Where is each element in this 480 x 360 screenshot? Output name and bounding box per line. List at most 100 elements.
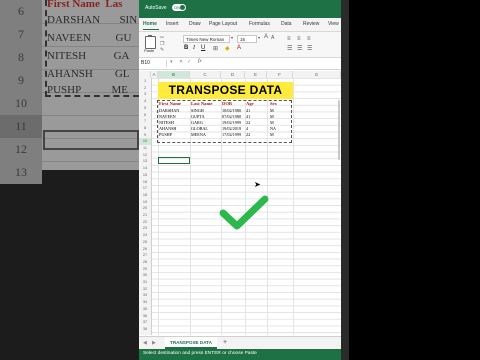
sheet-tab-transpose-data[interactable]: TRANSPOSE DATA <box>165 337 217 349</box>
add-sheet-button[interactable]: + <box>223 339 227 346</box>
function-icon[interactable]: fx <box>198 59 202 64</box>
row-header[interactable]: 14 <box>139 165 151 172</box>
align-top-icon[interactable]: ≡ <box>287 36 291 42</box>
italic-button[interactable]: I <box>193 45 195 51</box>
row-header[interactable]: 1 <box>139 78 151 85</box>
row-header[interactable]: 5 <box>139 105 151 112</box>
row-header[interactable]: 11 <box>139 145 151 152</box>
tab-data[interactable]: Data <box>281 21 292 27</box>
fill-color-icon[interactable]: ◆ <box>225 45 230 52</box>
font-size-select[interactable]: 16 <box>237 35 257 43</box>
column-header[interactable]: E <box>245 71 267 78</box>
row-header[interactable]: 37 <box>139 319 151 326</box>
align-middle-icon[interactable]: ≡ <box>297 36 301 42</box>
chevron-down-icon[interactable]: ▾ <box>231 35 233 40</box>
chevron-down-icon[interactable]: ▾ <box>258 35 260 40</box>
table-cell[interactable]: PUSHP <box>159 132 172 138</box>
tab-review[interactable]: Review <box>303 21 319 27</box>
row-header[interactable]: 34 <box>139 299 151 306</box>
bold-button[interactable]: B <box>184 45 188 51</box>
row-header[interactable]: 28 <box>139 259 151 266</box>
column-header[interactable]: B <box>158 71 190 78</box>
cell-grid[interactable]: 1 2 3 4 5 6 7 8 9 10 11 12 13 14 15 16 17 18 19 20 21 22 23 24 2… <box>139 78 341 335</box>
align-center-icon[interactable]: ☰ <box>297 45 302 52</box>
active-cell[interactable] <box>158 157 190 164</box>
confirm-icon[interactable]: ✓ <box>187 59 191 65</box>
column-header[interactable]: F <box>267 71 293 78</box>
row-header[interactable]: 21 <box>139 212 151 219</box>
table-cell[interactable]: 22 <box>246 132 250 138</box>
font-name-select[interactable]: Times New Roman <box>183 35 230 43</box>
name-box[interactable]: B10 <box>141 60 167 67</box>
header-cell[interactable]: First Name <box>159 101 181 107</box>
format-painter-icon[interactable]: ✎ <box>160 48 166 53</box>
column-header[interactable]: D <box>221 71 245 78</box>
table-cell[interactable]: 17/02/1999 <box>222 132 241 138</box>
cancel-icon[interactable]: ✕ <box>179 59 183 65</box>
row-header[interactable]: 3 <box>139 91 151 98</box>
row-header[interactable]: 6 <box>139 112 151 119</box>
table-cell[interactable]: M <box>270 132 274 138</box>
row-header[interactable]: 35 <box>139 306 151 313</box>
next-sheet-icon[interactable]: ▶ <box>152 340 156 346</box>
row-header[interactable]: 30 <box>139 272 151 279</box>
align-left-icon[interactable]: ☰ <box>287 45 292 52</box>
data-table-marquee[interactable]: First Name Last Name DOB Age Sex DARSHAN… <box>157 100 292 143</box>
row-header[interactable]: 19 <box>139 199 151 206</box>
header-cell[interactable]: Last Name <box>191 101 212 107</box>
row-header[interactable]: 20 <box>139 205 151 212</box>
row-header[interactable]: 25 <box>139 239 151 246</box>
row-header[interactable]: 32 <box>139 286 151 293</box>
decrease-font-icon[interactable]: A <box>271 35 274 41</box>
row-header[interactable]: 23 <box>139 225 151 232</box>
column-header[interactable]: C <box>190 71 221 78</box>
row-header[interactable]: 33 <box>139 292 151 299</box>
row-header[interactable]: 16 <box>139 179 151 186</box>
row-header[interactable]: 15 <box>139 172 151 179</box>
header-cell[interactable]: DOB <box>222 101 232 107</box>
row-header[interactable]: 26 <box>139 246 151 253</box>
chevron-down-icon[interactable]: ▾ <box>170 59 173 65</box>
borders-icon[interactable]: ⊞ <box>213 45 218 52</box>
header-cell[interactable]: Age <box>246 101 254 107</box>
select-all-corner[interactable] <box>139 71 151 78</box>
tab-draw[interactable]: Draw <box>189 21 201 27</box>
table-cell[interactable]: MEENA <box>191 132 206 138</box>
row-header[interactable]: 24 <box>139 232 151 239</box>
row-header[interactable]: 2 <box>139 85 151 92</box>
row-header[interactable]: 29 <box>139 266 151 273</box>
row-header[interactable]: 27 <box>139 252 151 259</box>
row-header[interactable]: 10 <box>139 138 151 145</box>
row-header[interactable]: 13 <box>139 158 151 165</box>
row-header[interactable]: 8 <box>139 125 151 132</box>
align-right-icon[interactable]: ☰ <box>307 45 312 52</box>
tab-formulas[interactable]: Formulas <box>249 21 270 27</box>
row-header[interactable]: 18 <box>139 192 151 199</box>
column-header[interactable]: A <box>151 71 158 78</box>
row-header[interactable]: 36 <box>139 313 151 320</box>
row-header[interactable]: 31 <box>139 279 151 286</box>
tab-page-layout[interactable]: Page Layout <box>209 21 237 27</box>
row-header[interactable]: 7 <box>139 118 151 125</box>
tab-view[interactable]: View <box>328 21 339 27</box>
font-color-icon[interactable]: A <box>237 45 241 51</box>
row-header[interactable]: 12 <box>139 152 151 159</box>
row-header[interactable]: 38 <box>139 326 151 333</box>
prev-sheet-icon[interactable]: ◀ <box>143 340 147 346</box>
tab-home[interactable]: Home <box>143 21 157 27</box>
underline-button[interactable]: U <box>201 45 205 51</box>
row-header[interactable]: 9 <box>139 132 151 139</box>
vertical-scrollbar[interactable] <box>338 100 340 160</box>
row-header[interactable]: 4 <box>139 98 151 105</box>
autosave-toggle[interactable]: ON <box>172 4 186 11</box>
cut-icon[interactable]: ✂ <box>160 36 166 41</box>
column-header[interactable]: G <box>293 71 341 78</box>
tab-insert[interactable]: Insert <box>166 21 179 27</box>
row-header[interactable]: 22 <box>139 219 151 226</box>
row-header[interactable]: 17 <box>139 185 151 192</box>
align-bottom-icon[interactable]: ≡ <box>307 36 311 42</box>
increase-font-icon[interactable]: A <box>264 34 268 40</box>
sheet-banner[interactable]: TRANSPOSE DATA <box>158 82 293 99</box>
copy-icon[interactable]: ❐ <box>160 42 166 47</box>
header-cell[interactable]: Sex <box>270 101 277 107</box>
